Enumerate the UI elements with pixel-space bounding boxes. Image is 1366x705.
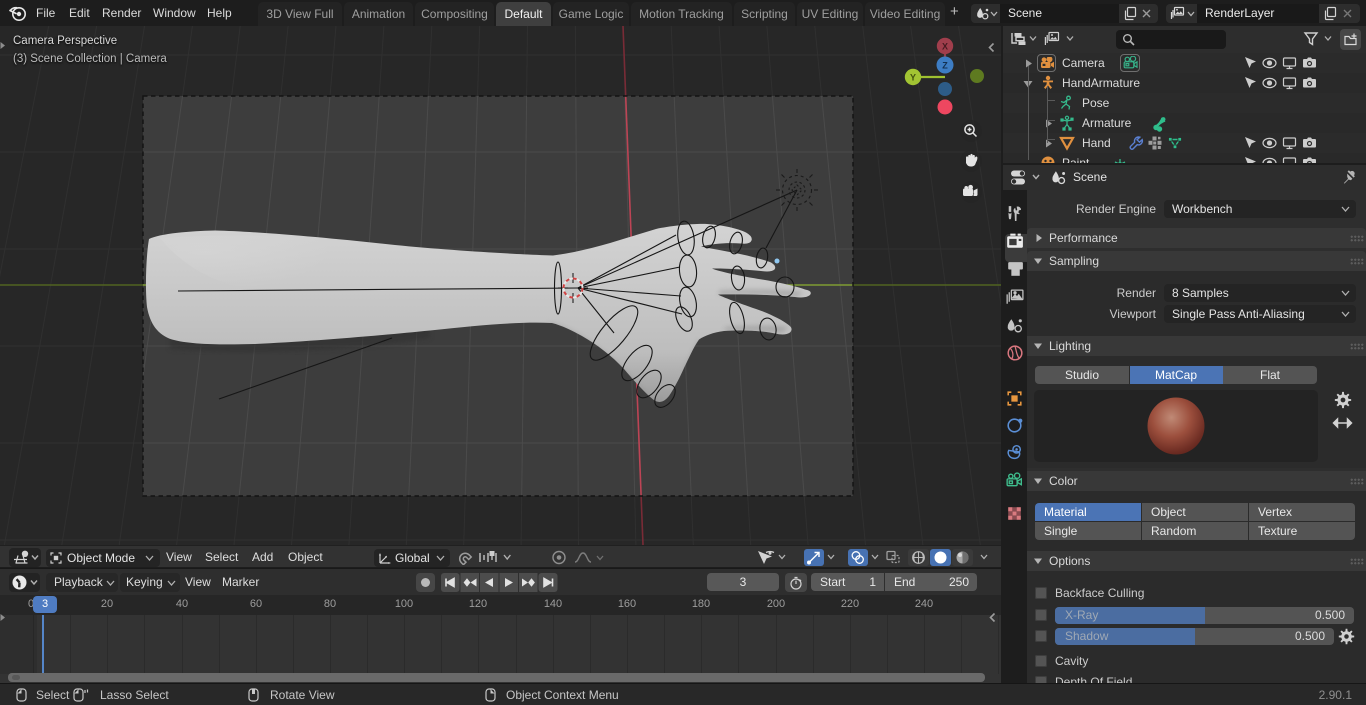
svg-text:Y: Y <box>910 73 916 83</box>
svg-text:Z: Z <box>942 61 948 71</box>
svg-text:X: X <box>942 42 948 52</box>
